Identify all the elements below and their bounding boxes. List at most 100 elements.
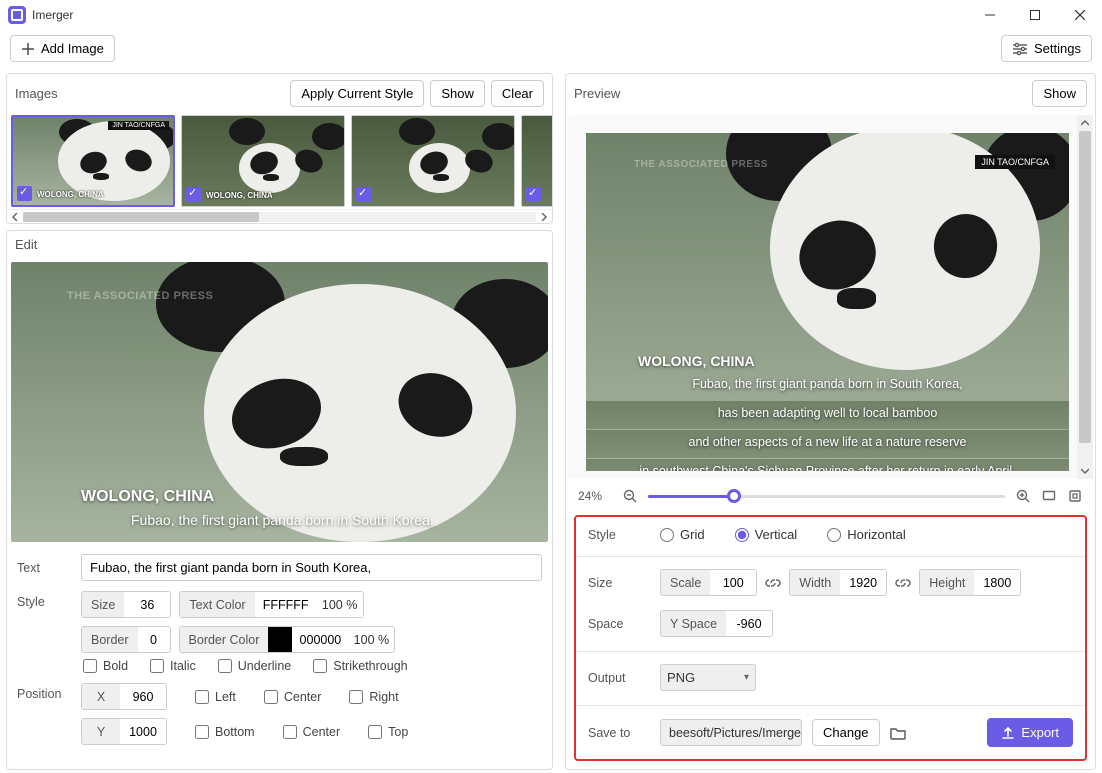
actual-size-icon[interactable] xyxy=(1067,488,1083,504)
watermark-text: THE ASSOCIATED PRESS xyxy=(67,290,213,302)
scroll-up-icon[interactable] xyxy=(1077,115,1093,131)
apply-style-button[interactable]: Apply Current Style xyxy=(290,80,424,107)
add-image-button[interactable]: Add Image xyxy=(10,35,115,62)
fit-screen-icon[interactable] xyxy=(1041,488,1057,504)
save-path: beesoft/Pictures/Imerger xyxy=(660,719,802,746)
maximize-button[interactable] xyxy=(1012,0,1057,30)
folder-icon[interactable] xyxy=(890,726,906,740)
titlebar: Imerger xyxy=(0,0,1102,30)
bottom-checkbox[interactable]: Bottom xyxy=(195,725,255,739)
style-label: Style xyxy=(17,591,81,609)
settings-button[interactable]: Settings xyxy=(1001,35,1092,62)
output-size-label: Size xyxy=(588,576,660,590)
space-label: Space xyxy=(588,617,660,631)
subtitle-text: Fubao, the first giant panda born in Sou… xyxy=(131,512,434,528)
zoom-value: 24% xyxy=(578,489,612,503)
zoom-in-icon[interactable] xyxy=(1015,488,1031,504)
size-input[interactable] xyxy=(124,592,170,617)
scale-input[interactable] xyxy=(710,570,756,595)
left-checkbox[interactable]: Left xyxy=(195,690,236,704)
thumb-scrollbar[interactable] xyxy=(7,209,552,223)
preview-scrollbar[interactable] xyxy=(1077,115,1093,479)
top-checkbox[interactable]: Top xyxy=(368,725,408,739)
right-checkbox[interactable]: Right xyxy=(349,690,398,704)
scroll-left-icon[interactable] xyxy=(9,211,21,223)
vcenter-checkbox[interactable]: Center xyxy=(283,725,341,739)
bold-checkbox[interactable]: Bold xyxy=(83,659,128,673)
layout-style-label: Style xyxy=(588,528,660,542)
scroll-down-icon[interactable] xyxy=(1077,463,1093,479)
edit-canvas[interactable]: THE ASSOCIATED PRESS JIN TAO/CNFGA WOLON… xyxy=(11,262,548,542)
thumbnail[interactable] xyxy=(521,115,552,207)
preview-title: Preview xyxy=(574,86,620,101)
link-icon[interactable] xyxy=(765,575,781,591)
text-label: Text xyxy=(17,561,81,575)
thumbnail[interactable] xyxy=(351,115,515,207)
thumbnail[interactable]: JIN TAO/CNFGA WOLONG, CHINA xyxy=(11,115,175,207)
settings-label: Settings xyxy=(1034,41,1081,56)
window-controls xyxy=(967,0,1102,30)
location-title: WOLONG, CHINA xyxy=(638,353,755,369)
sliders-icon xyxy=(1012,42,1028,56)
save-to-label: Save to xyxy=(588,726,660,740)
strikethrough-checkbox[interactable]: Strikethrough xyxy=(313,659,407,673)
preview-panel: Preview Show THE ASSOCIATED PRESS JIN TA… xyxy=(565,73,1096,770)
images-title: Images xyxy=(15,86,58,101)
vertical-radio[interactable]: Vertical xyxy=(735,527,798,542)
clear-button[interactable]: Clear xyxy=(491,80,544,107)
app-icon xyxy=(8,6,26,24)
export-icon xyxy=(1001,726,1015,740)
preview-canvas[interactable]: THE ASSOCIATED PRESS JIN TAO/CNFGA WOLON… xyxy=(586,133,1069,471)
edit-title: Edit xyxy=(15,237,37,252)
preview-line: and other aspects of a new life at a nat… xyxy=(586,435,1069,449)
zoom-bar: 24% xyxy=(566,481,1095,511)
preview-line: in southwest China's Sichuan Province af… xyxy=(586,464,1069,471)
thumbnail[interactable]: WOLONG, CHINA xyxy=(181,115,345,207)
minimize-button[interactable] xyxy=(967,0,1012,30)
credit-tag: JIN TAO/CNFGA xyxy=(975,155,1055,169)
text-color-input[interactable] xyxy=(255,592,317,617)
border-input[interactable] xyxy=(138,627,170,652)
border-color-swatch[interactable] xyxy=(268,627,292,652)
horizontal-radio[interactable]: Horizontal xyxy=(827,527,906,542)
preview-line: Fubao, the first giant panda born in Sou… xyxy=(586,377,1069,391)
grid-radio[interactable]: Grid xyxy=(660,527,705,542)
main-toolbar: Add Image Settings xyxy=(0,30,1102,70)
yspace-input[interactable] xyxy=(726,611,772,636)
show-button[interactable]: Show xyxy=(430,80,485,107)
plus-icon xyxy=(21,42,35,56)
images-panel: Images Apply Current Style Show Clear JI… xyxy=(6,73,553,224)
position-label: Position xyxy=(17,683,81,701)
italic-checkbox[interactable]: Italic xyxy=(150,659,196,673)
add-image-label: Add Image xyxy=(41,41,104,56)
location-title: WOLONG, CHINA xyxy=(81,488,214,506)
check-icon xyxy=(17,186,32,201)
preview-line: has been adapting well to local bamboo xyxy=(586,406,1069,420)
scrollbar-thumb[interactable] xyxy=(23,212,259,222)
watermark-text: THE ASSOCIATED PRESS xyxy=(634,159,768,170)
height-input[interactable] xyxy=(974,570,1020,595)
check-icon xyxy=(186,187,201,202)
export-button[interactable]: Export xyxy=(987,718,1073,747)
output-label: Output xyxy=(588,671,660,685)
border-color-input[interactable] xyxy=(292,627,348,652)
hcenter-checkbox[interactable]: Center xyxy=(264,690,322,704)
output-format-select[interactable]: PNG ▾ xyxy=(660,664,756,691)
check-icon xyxy=(356,187,371,202)
scrollbar-thumb[interactable] xyxy=(1079,131,1091,443)
change-path-button[interactable]: Change xyxy=(812,719,880,746)
underline-checkbox[interactable]: Underline xyxy=(218,659,292,673)
scroll-right-icon[interactable] xyxy=(538,211,550,223)
link-icon[interactable] xyxy=(895,575,911,591)
thumbnail-strip: JIN TAO/CNFGA WOLONG, CHINA WOLONG, CHIN… xyxy=(7,113,552,209)
zoom-slider[interactable] xyxy=(648,487,1005,505)
y-input[interactable] xyxy=(120,719,166,744)
zoom-out-icon[interactable] xyxy=(622,488,638,504)
x-input[interactable] xyxy=(120,684,166,709)
export-settings: Style Grid Vertical Horizontal Size Scal… xyxy=(574,515,1087,761)
text-input[interactable] xyxy=(81,554,542,581)
app-title: Imerger xyxy=(32,8,73,22)
preview-show-button[interactable]: Show xyxy=(1032,80,1087,107)
close-button[interactable] xyxy=(1057,0,1102,30)
width-input[interactable] xyxy=(840,570,886,595)
